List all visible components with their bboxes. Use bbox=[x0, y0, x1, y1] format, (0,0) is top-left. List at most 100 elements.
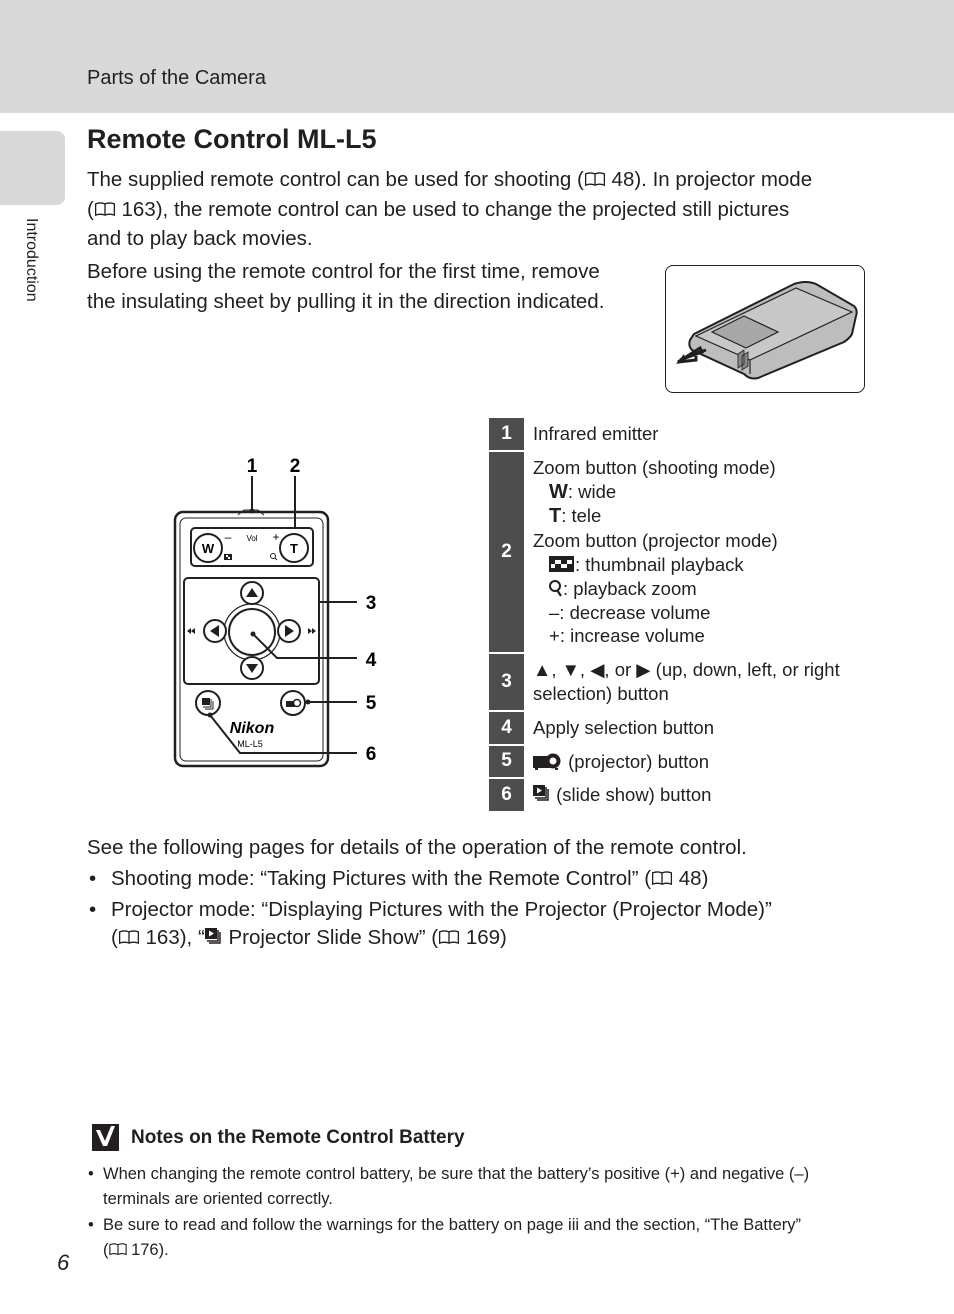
intro-text: and to play back movies. bbox=[87, 227, 313, 250]
legend-text: : thumbnail playback bbox=[575, 553, 744, 575]
note-bullet: • When changing the remote control batte… bbox=[87, 1162, 877, 1212]
legend-text: selection) button bbox=[533, 682, 669, 704]
legend-number: 5 bbox=[489, 745, 524, 778]
callout-4: 4 bbox=[366, 650, 377, 671]
insulating-sheet-illustration bbox=[665, 265, 865, 393]
legend-text: : tele bbox=[561, 505, 602, 527]
details-bullet: • Shooting mode: “Taking Pictures with t… bbox=[87, 865, 708, 893]
intro-text: 163), the remote control can be used to … bbox=[115, 197, 790, 221]
right-arrow-icon: ▶ bbox=[636, 659, 651, 681]
page-reference-link[interactable]: 169) bbox=[460, 926, 507, 949]
legend-number: 6 bbox=[489, 779, 524, 812]
w-label: W bbox=[202, 541, 215, 556]
down-arrow-icon: ▼ bbox=[561, 659, 580, 681]
callout-2: 2 bbox=[290, 456, 301, 477]
bullet-text: Shooting mode: “Taking Pictures with the… bbox=[111, 867, 652, 890]
legend-row: 1 Infrared emitter bbox=[489, 418, 869, 452]
intro-text: 48). In projector mode bbox=[605, 168, 813, 191]
note-title: Notes on the Remote Control Battery bbox=[131, 1126, 465, 1148]
legend-text: Apply selection button bbox=[533, 716, 715, 738]
book-icon bbox=[108, 1243, 127, 1255]
slide-show-icon bbox=[204, 928, 221, 944]
plus-key: + bbox=[549, 625, 560, 647]
legend-text: (projector) button bbox=[563, 750, 710, 772]
plus-label: + bbox=[272, 530, 279, 544]
legend-row: 6 (slide show) button bbox=[489, 779, 869, 814]
insulating-sheet-paragraph: Before using the remote control for the … bbox=[87, 257, 604, 316]
legend-text: : increase volume bbox=[559, 625, 705, 647]
sheet-text: the insulating sheet by pulling it in th… bbox=[87, 289, 605, 313]
projector-icon bbox=[533, 753, 561, 770]
separator: , or bbox=[604, 659, 637, 681]
chapter-tab bbox=[0, 131, 65, 205]
legend-text: : decrease volume bbox=[559, 601, 711, 623]
intro-text: The supplied remote control can be used … bbox=[87, 168, 584, 191]
sheet-text: Before using the remote control for the … bbox=[87, 260, 600, 283]
separator: , bbox=[551, 659, 562, 681]
checkmark-note-icon bbox=[92, 1124, 119, 1151]
page-title: Remote Control ML-L5 bbox=[87, 124, 377, 154]
note-bullet: • Be sure to read and follow the warning… bbox=[87, 1213, 877, 1263]
legend-row: 4 Apply selection button bbox=[489, 711, 869, 746]
intro-text: ( bbox=[87, 197, 94, 221]
callout-6: 6 bbox=[366, 744, 377, 765]
legend-text: (up, down, left, or right bbox=[650, 659, 840, 681]
thumbnail-icon bbox=[549, 555, 574, 572]
t-label: T bbox=[290, 541, 298, 556]
wide-key: W bbox=[549, 480, 568, 503]
page-number: 6 bbox=[57, 1250, 70, 1275]
legend-number: 3 bbox=[489, 654, 524, 710]
bullet-text: ( bbox=[111, 926, 118, 949]
callout-5: 5 bbox=[366, 693, 377, 714]
remote-control-diagram: W T Vol – + Nikon ML-L5 1 2 3 4 5 6 bbox=[160, 440, 400, 780]
bullet-text: Projector Slide Show” ( bbox=[222, 926, 439, 949]
note-heading: Notes on the Remote Control Battery bbox=[92, 1124, 465, 1151]
bullet: • bbox=[88, 1216, 94, 1234]
model-label: ML-L5 bbox=[237, 739, 263, 749]
legend-text: : playback zoom bbox=[563, 577, 697, 599]
bullet: • bbox=[89, 867, 97, 890]
details-intro: See the following pages for details of t… bbox=[87, 836, 747, 859]
playback-zoom-icon bbox=[549, 579, 562, 597]
parts-legend-table: 1 Infrared emitter 2 Zoom button (shooti… bbox=[489, 418, 869, 814]
intro-paragraph: The supplied remote control can be used … bbox=[87, 165, 812, 254]
page-reference-link[interactable]: 48) bbox=[673, 867, 709, 890]
minus-label: – bbox=[225, 530, 232, 544]
left-arrow-icon: ◀ bbox=[590, 659, 605, 681]
callout-3: 3 bbox=[366, 593, 377, 614]
brand-logo: Nikon bbox=[230, 720, 275, 737]
legend-text: Infrared emitter bbox=[533, 423, 659, 444]
book-icon bbox=[652, 871, 673, 885]
page-header: Parts of the Camera bbox=[0, 0, 954, 113]
note-text: terminals are oriented correctly. bbox=[103, 1190, 333, 1208]
note-text: Be sure to read and follow the warnings … bbox=[103, 1216, 801, 1234]
minus-key: – bbox=[549, 601, 560, 623]
legend-text: : wide bbox=[567, 480, 617, 502]
legend-text: Zoom button (projector mode) bbox=[533, 530, 778, 552]
book-icon bbox=[584, 172, 605, 186]
up-arrow-icon: ▲ bbox=[533, 659, 552, 681]
legend-number: 1 bbox=[489, 418, 524, 450]
legend-row: 2 Zoom button (shooting mode) W: wide T:… bbox=[489, 451, 869, 655]
separator: , bbox=[579, 659, 591, 681]
bullet-text: Projector mode: “Displaying Pictures wit… bbox=[111, 898, 772, 921]
callout-1: 1 bbox=[247, 456, 258, 477]
bullet: • bbox=[88, 1165, 94, 1183]
legend-row: 5 (projector) button bbox=[489, 745, 869, 780]
book-icon bbox=[439, 930, 460, 944]
chapter-label: Introduction bbox=[23, 218, 40, 302]
legend-number: 4 bbox=[489, 711, 524, 744]
book-icon bbox=[118, 930, 139, 944]
tele-key: T bbox=[549, 505, 562, 528]
section-title: Parts of the Camera bbox=[87, 67, 266, 89]
legend-text: Zoom button (shooting mode) bbox=[533, 456, 776, 478]
legend-text: (slide show) button bbox=[551, 784, 712, 806]
slide-show-icon bbox=[533, 785, 549, 802]
book-icon bbox=[94, 201, 115, 216]
page-reference-link[interactable]: 176). bbox=[127, 1241, 169, 1259]
legend-row: 3 ▲, ▼, ◀, or ▶ (up, down, left, or righ… bbox=[489, 654, 869, 712]
note-text: When changing the remote control battery… bbox=[103, 1165, 810, 1183]
page-reference-link[interactable]: 163), “ bbox=[140, 926, 205, 949]
legend-number: 2 bbox=[489, 451, 524, 653]
details-bullet: • Projector mode: “Displaying Pictures w… bbox=[87, 896, 772, 952]
